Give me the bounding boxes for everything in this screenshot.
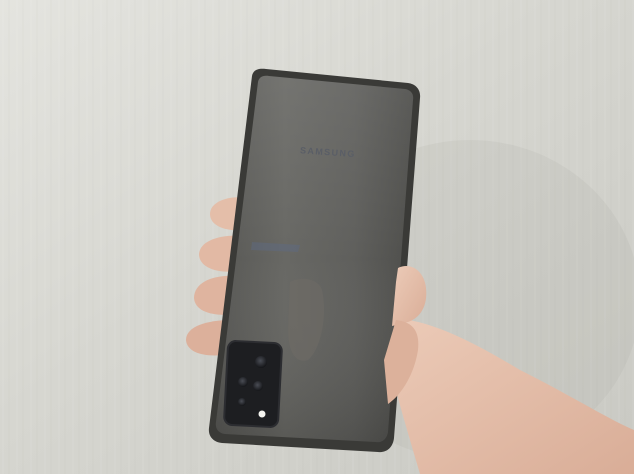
camera-lens-3 bbox=[253, 381, 263, 391]
photo-illustration: SAMSUNG bbox=[0, 0, 634, 474]
photo-scene: SAMSUNG bbox=[0, 0, 634, 474]
camera-bump bbox=[223, 340, 283, 428]
camera-lens-4 bbox=[238, 398, 246, 406]
camera-lens-1 bbox=[255, 356, 267, 368]
camera-module bbox=[223, 340, 283, 428]
camera-lens-2 bbox=[238, 377, 248, 387]
camera-flash bbox=[258, 410, 266, 418]
